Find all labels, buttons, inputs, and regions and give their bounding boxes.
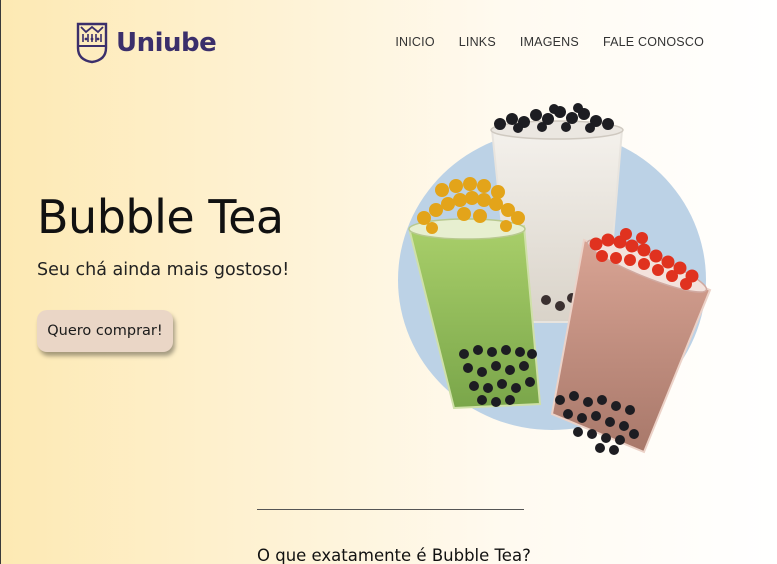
nav-link-inicio[interactable]: INICIO xyxy=(395,35,434,49)
hero-subtitle: Seu chá ainda mais gostoso! xyxy=(37,260,290,280)
nav-link-links[interactable]: LINKS xyxy=(459,35,496,49)
brand-name: Uniube xyxy=(116,28,217,58)
bubble-tea-image xyxy=(398,103,712,455)
nav-link-fale-conosco[interactable]: FALE CONOSCO xyxy=(603,35,704,49)
section-divider xyxy=(257,509,524,510)
main-nav: INICIO LINKS IMAGENS FALE CONOSCO xyxy=(395,35,704,49)
hero-title: Bubble Tea xyxy=(37,190,284,244)
brand-logo[interactable]: Uniube xyxy=(76,22,217,64)
site-header: Uniube INICIO LINKS IMAGENS FALE CONOSCO xyxy=(1,0,777,86)
section-title: O que exatamente é Bubble Tea? xyxy=(257,546,531,564)
nav-link-imagens[interactable]: IMAGENS xyxy=(520,35,579,49)
buy-button[interactable]: Quero comprar! xyxy=(37,310,173,352)
shield-logo-icon xyxy=(76,22,108,64)
